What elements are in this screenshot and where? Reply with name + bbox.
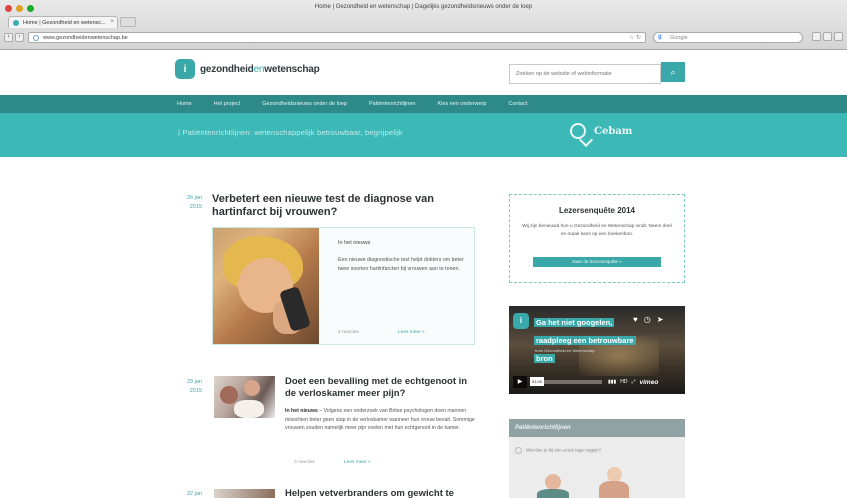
article-date-day: 22 jan xyxy=(187,491,202,497)
history-buttons: ‹ › xyxy=(4,33,24,42)
close-tab-icon[interactable]: × xyxy=(110,19,114,25)
illustration-person-icon xyxy=(607,467,622,482)
article-date-day: 26 jan xyxy=(187,195,202,201)
main-navigation: Home Het project Gezondheidsnieuws onder… xyxy=(0,95,847,113)
read-more-link[interactable]: Lees meer » xyxy=(344,460,371,465)
volume-icon[interactable]: ▮▮▮ xyxy=(608,379,616,385)
article-description: Een nieuwe diagnostische test helpt dokt… xyxy=(338,257,464,272)
video-logo-icon: i xyxy=(513,313,529,329)
video-byline: from Gezondheid en Wetenschap xyxy=(535,348,595,353)
read-more-link[interactable]: Lees meer » xyxy=(398,330,425,335)
video-progress-bar[interactable]: 01:00 xyxy=(530,377,602,386)
banner-text: | Patiëntenrichtlijnen: wetenschappelijk… xyxy=(178,128,403,137)
nav-item-news[interactable]: Gezondheidsnieuws onder de loep xyxy=(262,95,369,113)
cebam-check-icon xyxy=(570,123,586,139)
back-icon[interactable]: ‹ xyxy=(4,33,13,42)
patient-guidelines-box: Patiëntenrichtlijnen Wat doe je bij een … xyxy=(509,419,685,498)
share-icon[interactable]: ➤ xyxy=(657,315,664,324)
logo-mark-icon: i xyxy=(175,59,195,79)
nav-item-home[interactable]: Home xyxy=(177,95,214,113)
tab-label: Home | Gezondheid en wetensc... xyxy=(23,20,106,26)
article-date-year: 2015 xyxy=(189,388,202,394)
fullscreen-icon[interactable]: ⤢ xyxy=(632,379,636,385)
browser-search-placeholder: Google xyxy=(670,35,688,41)
banner: | Patiëntenrichtlijnen: wetenschappelijk… xyxy=(0,113,847,157)
nav-item-project[interactable]: Het project xyxy=(214,95,263,113)
search-button[interactable]: ⌕ xyxy=(661,62,685,82)
downloads-icon[interactable] xyxy=(823,32,832,41)
google-icon: g xyxy=(658,34,662,40)
video-actions: ♥ ◷ ➤ xyxy=(633,315,663,324)
address-bar[interactable]: www.gezondheidenwetenschap.be ☆ ↻ xyxy=(28,32,646,43)
article-thumbnail[interactable] xyxy=(214,489,275,498)
browser-tab[interactable]: Home | Gezondheid en wetensc... × xyxy=(8,16,118,28)
patient-guidelines-title: Patiëntenrichtlijnen xyxy=(509,419,685,437)
hd-toggle[interactable]: HD xyxy=(620,379,627,385)
forward-icon[interactable]: › xyxy=(15,33,24,42)
url-text: www.gezondheidenwetenschap.be xyxy=(43,35,128,41)
favicon-icon xyxy=(13,20,19,26)
video-controls: ▶ 01:00 ▮▮▮ HD ⤢ vimeo xyxy=(513,376,681,388)
logo-main: gezondheid xyxy=(200,63,254,75)
article-title[interactable]: Helpen vetverbranders om gewicht te xyxy=(285,487,480,498)
article-title[interactable]: Verbetert een nieuwe test de diagnose va… xyxy=(212,193,477,219)
search-icon: ⌕ xyxy=(670,67,676,77)
menu-icon[interactable] xyxy=(834,32,843,41)
toolbar-extras xyxy=(812,32,843,41)
article-comments[interactable]: 2 reacties xyxy=(338,330,359,335)
logo-text: gezondheidenwetenschap xyxy=(200,64,320,75)
article-image[interactable] xyxy=(213,228,319,344)
site-search-input[interactable] xyxy=(509,64,661,84)
featured-article-card: In het nieuws Een nieuwe diagnostische t… xyxy=(212,227,475,345)
logo-en: en xyxy=(253,63,265,75)
reload-icon[interactable]: ☆ ↻ xyxy=(629,34,641,41)
patient-guidelines-item[interactable]: Wat doe je bij een acute lage rugpijn? xyxy=(515,447,601,454)
site-logo[interactable]: i gezondheidenwetenschap xyxy=(175,59,320,79)
bookmarks-icon[interactable] xyxy=(812,32,821,41)
article-date-year: 2015 xyxy=(189,204,202,210)
video-title[interactable]: Ga het niet googelen, raadpleeg een betr… xyxy=(534,312,642,366)
cebam-logo[interactable]: Cebam xyxy=(570,123,632,139)
window-title: Home | Gezondheid en wetenschap | Dageli… xyxy=(314,4,533,10)
play-icon[interactable]: ▶ xyxy=(513,376,527,388)
video-time: 01:00 xyxy=(530,377,545,386)
survey-description: Wij zijn benieuwd hoe u Gezondheid en We… xyxy=(522,224,672,237)
article-date: 22 jan xyxy=(176,490,202,498)
watch-later-icon[interactable]: ◷ xyxy=(644,315,651,324)
article-date: 23 jan 2015 xyxy=(176,378,202,396)
survey-box: Lezersenquête 2014 Wij zijn benieuwd hoe… xyxy=(509,194,685,283)
article-lead: In het nieuws xyxy=(285,408,318,414)
article-category: In het nieuws xyxy=(338,240,371,246)
browser-chrome: Home | Gezondheid en wetenschap | Dageli… xyxy=(0,0,847,50)
article-thumbnail[interactable] xyxy=(214,376,275,418)
article-excerpt: In het nieuws – Volgens een onderzoek va… xyxy=(285,407,475,433)
cebam-text: Cebam xyxy=(594,125,633,137)
article-date: 26 jan 2015 xyxy=(176,194,202,212)
article-comments[interactable]: 0 reacties xyxy=(294,460,315,465)
like-icon[interactable]: ♥ xyxy=(633,315,638,324)
nav-item-topics[interactable]: Kies een onderwerp xyxy=(437,95,508,113)
nav-item-contact[interactable]: Contact xyxy=(508,95,549,113)
logo-tail: wetenschap xyxy=(264,63,320,75)
illustration-person-icon xyxy=(545,474,561,490)
site-search: ⌕ xyxy=(509,62,685,84)
article-date-day: 23 jan xyxy=(187,379,202,385)
article-title[interactable]: Doet een bevalling met de echtgenoot in … xyxy=(285,376,480,400)
site-header: i gezondheidenwetenschap ⌕ xyxy=(0,50,847,95)
survey-title: Lezersenquête 2014 xyxy=(558,206,636,215)
video-player[interactable]: i Ga het niet googelen, raadpleeg een be… xyxy=(509,306,685,394)
survey-button[interactable]: Naar de lezersenquête » xyxy=(533,257,661,267)
browser-search-field[interactable]: g Google xyxy=(653,32,803,43)
globe-icon xyxy=(33,35,39,41)
nav-item-guidelines[interactable]: Patiëntenrichtlijnen xyxy=(369,95,437,113)
vimeo-logo[interactable]: vimeo xyxy=(640,379,659,386)
new-tab-button[interactable] xyxy=(120,17,136,27)
